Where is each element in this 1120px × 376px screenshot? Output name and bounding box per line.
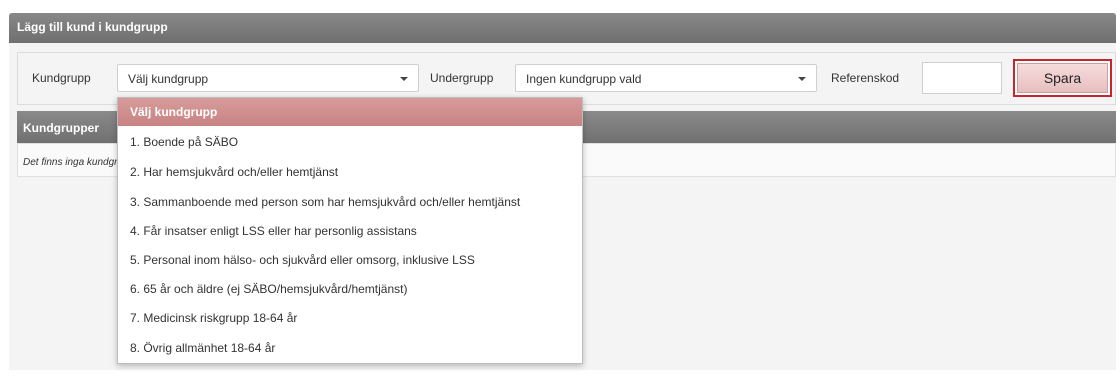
chevron-down-icon bbox=[798, 77, 806, 81]
kundgrupp-select-value: Välj kundgrupp bbox=[128, 72, 209, 86]
dropdown-option[interactable]: 4. Får insatser enligt LSS eller har per… bbox=[118, 217, 582, 245]
section-title: Kundgrupper bbox=[23, 121, 99, 135]
referenskod-input[interactable] bbox=[922, 62, 1002, 94]
undergrupp-select[interactable]: Ingen kundgrupp vald bbox=[515, 64, 817, 92]
dropdown-option[interactable]: 5. Personal inom hälso- och sjukvård ell… bbox=[118, 246, 582, 274]
kundgrupp-dropdown-list: Välj kundgrupp 1. Boende på SÄBO 2. Har … bbox=[117, 97, 583, 364]
dropdown-option[interactable]: 6. 65 år och äldre (ej SÄBO/hemsjukvård/… bbox=[118, 275, 582, 303]
panel-header bbox=[9, 13, 1116, 43]
dropdown-option[interactable]: 8. Övrig allmänhet 18-64 år bbox=[118, 334, 582, 362]
empty-state-text: Det finns inga kundgrupper bbox=[23, 157, 117, 168]
dropdown-option[interactable]: 7. Medicinsk riskgrupp 18-64 år bbox=[118, 304, 582, 332]
dropdown-option[interactable]: 1. Boende på SÄBO bbox=[118, 128, 582, 156]
kundgrupp-select[interactable]: Välj kundgrupp bbox=[117, 64, 419, 92]
kundgrupp-label: Kundgrupp bbox=[32, 71, 91, 85]
save-button-label: Spara bbox=[1017, 63, 1108, 93]
referenskod-label: Referenskod bbox=[831, 71, 900, 85]
save-button[interactable]: Spara bbox=[1013, 59, 1112, 97]
undergrupp-label: Undergrupp bbox=[430, 71, 494, 85]
chevron-down-icon bbox=[400, 77, 408, 81]
panel-title: Lägg till kund i kundgrupp bbox=[17, 20, 168, 34]
dropdown-option[interactable]: 2. Har hemsjukvård och/eller hemtjänst bbox=[118, 158, 582, 186]
dropdown-option[interactable]: Välj kundgrupp bbox=[118, 98, 582, 126]
dropdown-option[interactable]: 3. Sammanboende med person som har hemsj… bbox=[118, 188, 582, 216]
undergrupp-select-value: Ingen kundgrupp vald bbox=[526, 72, 642, 86]
